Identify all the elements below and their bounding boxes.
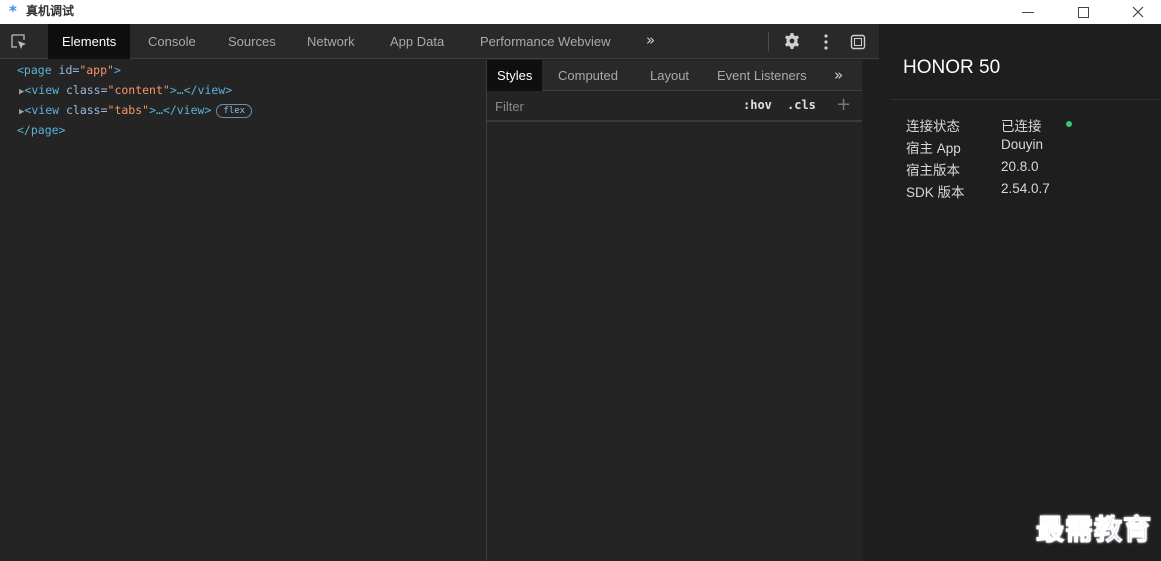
inspect-element-icon[interactable] xyxy=(10,33,28,51)
divider xyxy=(891,99,1161,100)
devtools-panel: Elements Console Sources Network App Dat… xyxy=(0,24,879,561)
sdk-version-value: 2.54.0.7 xyxy=(1001,181,1050,196)
styles-tab-bar: Styles Computed Layout Event Listeners » xyxy=(487,60,862,91)
minimize-button[interactable] xyxy=(1005,0,1051,24)
host-version-value: 20.8.0 xyxy=(1001,159,1039,174)
dom-node-tabs-view[interactable]: ▶<view class="tabs">…</view> flex xyxy=(19,100,253,122)
devtools-window: * 真机调试 Elements Console Sources Network … xyxy=(0,0,1161,561)
connection-status-value: 已连接 xyxy=(1001,119,1042,134)
minimize-icon xyxy=(1022,11,1034,13)
attr-name: class= xyxy=(59,83,108,97)
maximize-icon xyxy=(1077,6,1089,18)
tab-computed[interactable]: Computed xyxy=(558,60,618,91)
add-style-rule-button[interactable]: + xyxy=(836,94,851,115)
sdk-version-label: SDK 版本 xyxy=(906,185,965,200)
tab-elements[interactable]: Elements xyxy=(48,24,131,59)
close-button[interactable] xyxy=(1115,0,1161,24)
host-app-label: 宿主 App xyxy=(906,141,961,156)
class-toggle-button[interactable]: .cls xyxy=(787,98,816,112)
device-name: HONOR 50 xyxy=(903,57,1001,78)
styles-filter-input[interactable] xyxy=(487,92,732,120)
tab-event-listeners[interactable]: Event Listeners xyxy=(717,60,807,91)
attr-value: "tabs" xyxy=(107,103,150,117)
status-dot-icon xyxy=(1066,121,1072,127)
tab-layout[interactable]: Layout xyxy=(650,60,689,91)
watermark-logo: 最需教育 xyxy=(1035,513,1153,547)
tag-close: </page> xyxy=(17,123,66,137)
tag-close: >…</view> xyxy=(169,83,233,97)
maximize-button[interactable] xyxy=(1060,0,1106,24)
asterisk-logo-icon: * xyxy=(9,2,17,20)
more-tabs-button[interactable]: » xyxy=(646,24,655,59)
host-app-value: Douyin xyxy=(1001,137,1044,152)
attr-name: class= xyxy=(59,103,108,117)
tab-network[interactable]: Network xyxy=(307,24,355,59)
tab-app-data[interactable]: App Data xyxy=(390,24,444,59)
close-icon xyxy=(1132,6,1144,18)
styles-filter-bar: :hov .cls + xyxy=(487,92,862,122)
host-version-label: 宿主版本 xyxy=(906,163,960,178)
styles-pane: Styles Computed Layout Event Listeners »… xyxy=(487,60,862,561)
dom-node-page[interactable]: <page id="app"> xyxy=(17,60,121,80)
device-info-panel: HONOR 50 连接状态 已连接 宿主 App Douyin 宿主版本 20.… xyxy=(879,24,1161,561)
side-strip xyxy=(862,60,879,561)
tag-close: >…</view> xyxy=(149,103,212,117)
tag-name: <page xyxy=(17,63,52,77)
attr-name: id= xyxy=(51,63,80,77)
tag-close: > xyxy=(113,63,121,77)
connection-status-label: 连接状态 xyxy=(906,119,960,134)
attr-value: "app" xyxy=(79,63,114,77)
more-subtabs-button[interactable]: » xyxy=(834,60,843,90)
tab-styles[interactable]: Styles xyxy=(487,60,543,91)
dock-side-icon[interactable] xyxy=(850,34,866,50)
elements-dom-tree: <page id="app"> ▶<view class="content">…… xyxy=(0,60,486,561)
toolbar-divider xyxy=(768,32,769,52)
window-title: 真机调试 xyxy=(26,4,75,18)
dom-node-page-close[interactable]: </page> xyxy=(17,120,65,140)
flex-badge[interactable]: flex xyxy=(216,104,253,118)
tab-console[interactable]: Console xyxy=(148,24,196,59)
more-options-icon[interactable] xyxy=(822,33,830,51)
hover-state-button[interactable]: :hov xyxy=(743,98,772,112)
tag-name: <view xyxy=(24,103,60,117)
main-tab-bar: Elements Console Sources Network App Dat… xyxy=(0,24,879,59)
tab-sources[interactable]: Sources xyxy=(228,24,276,59)
gear-icon[interactable] xyxy=(783,32,801,50)
dom-node-content-view[interactable]: ▶<view class="content">…</view> xyxy=(19,80,232,102)
tag-name: <view xyxy=(24,83,60,97)
attr-value: "content" xyxy=(107,83,170,97)
tab-performance-webview[interactable]: Performance Webview xyxy=(480,24,611,59)
title-bar: * 真机调试 xyxy=(0,0,1161,24)
